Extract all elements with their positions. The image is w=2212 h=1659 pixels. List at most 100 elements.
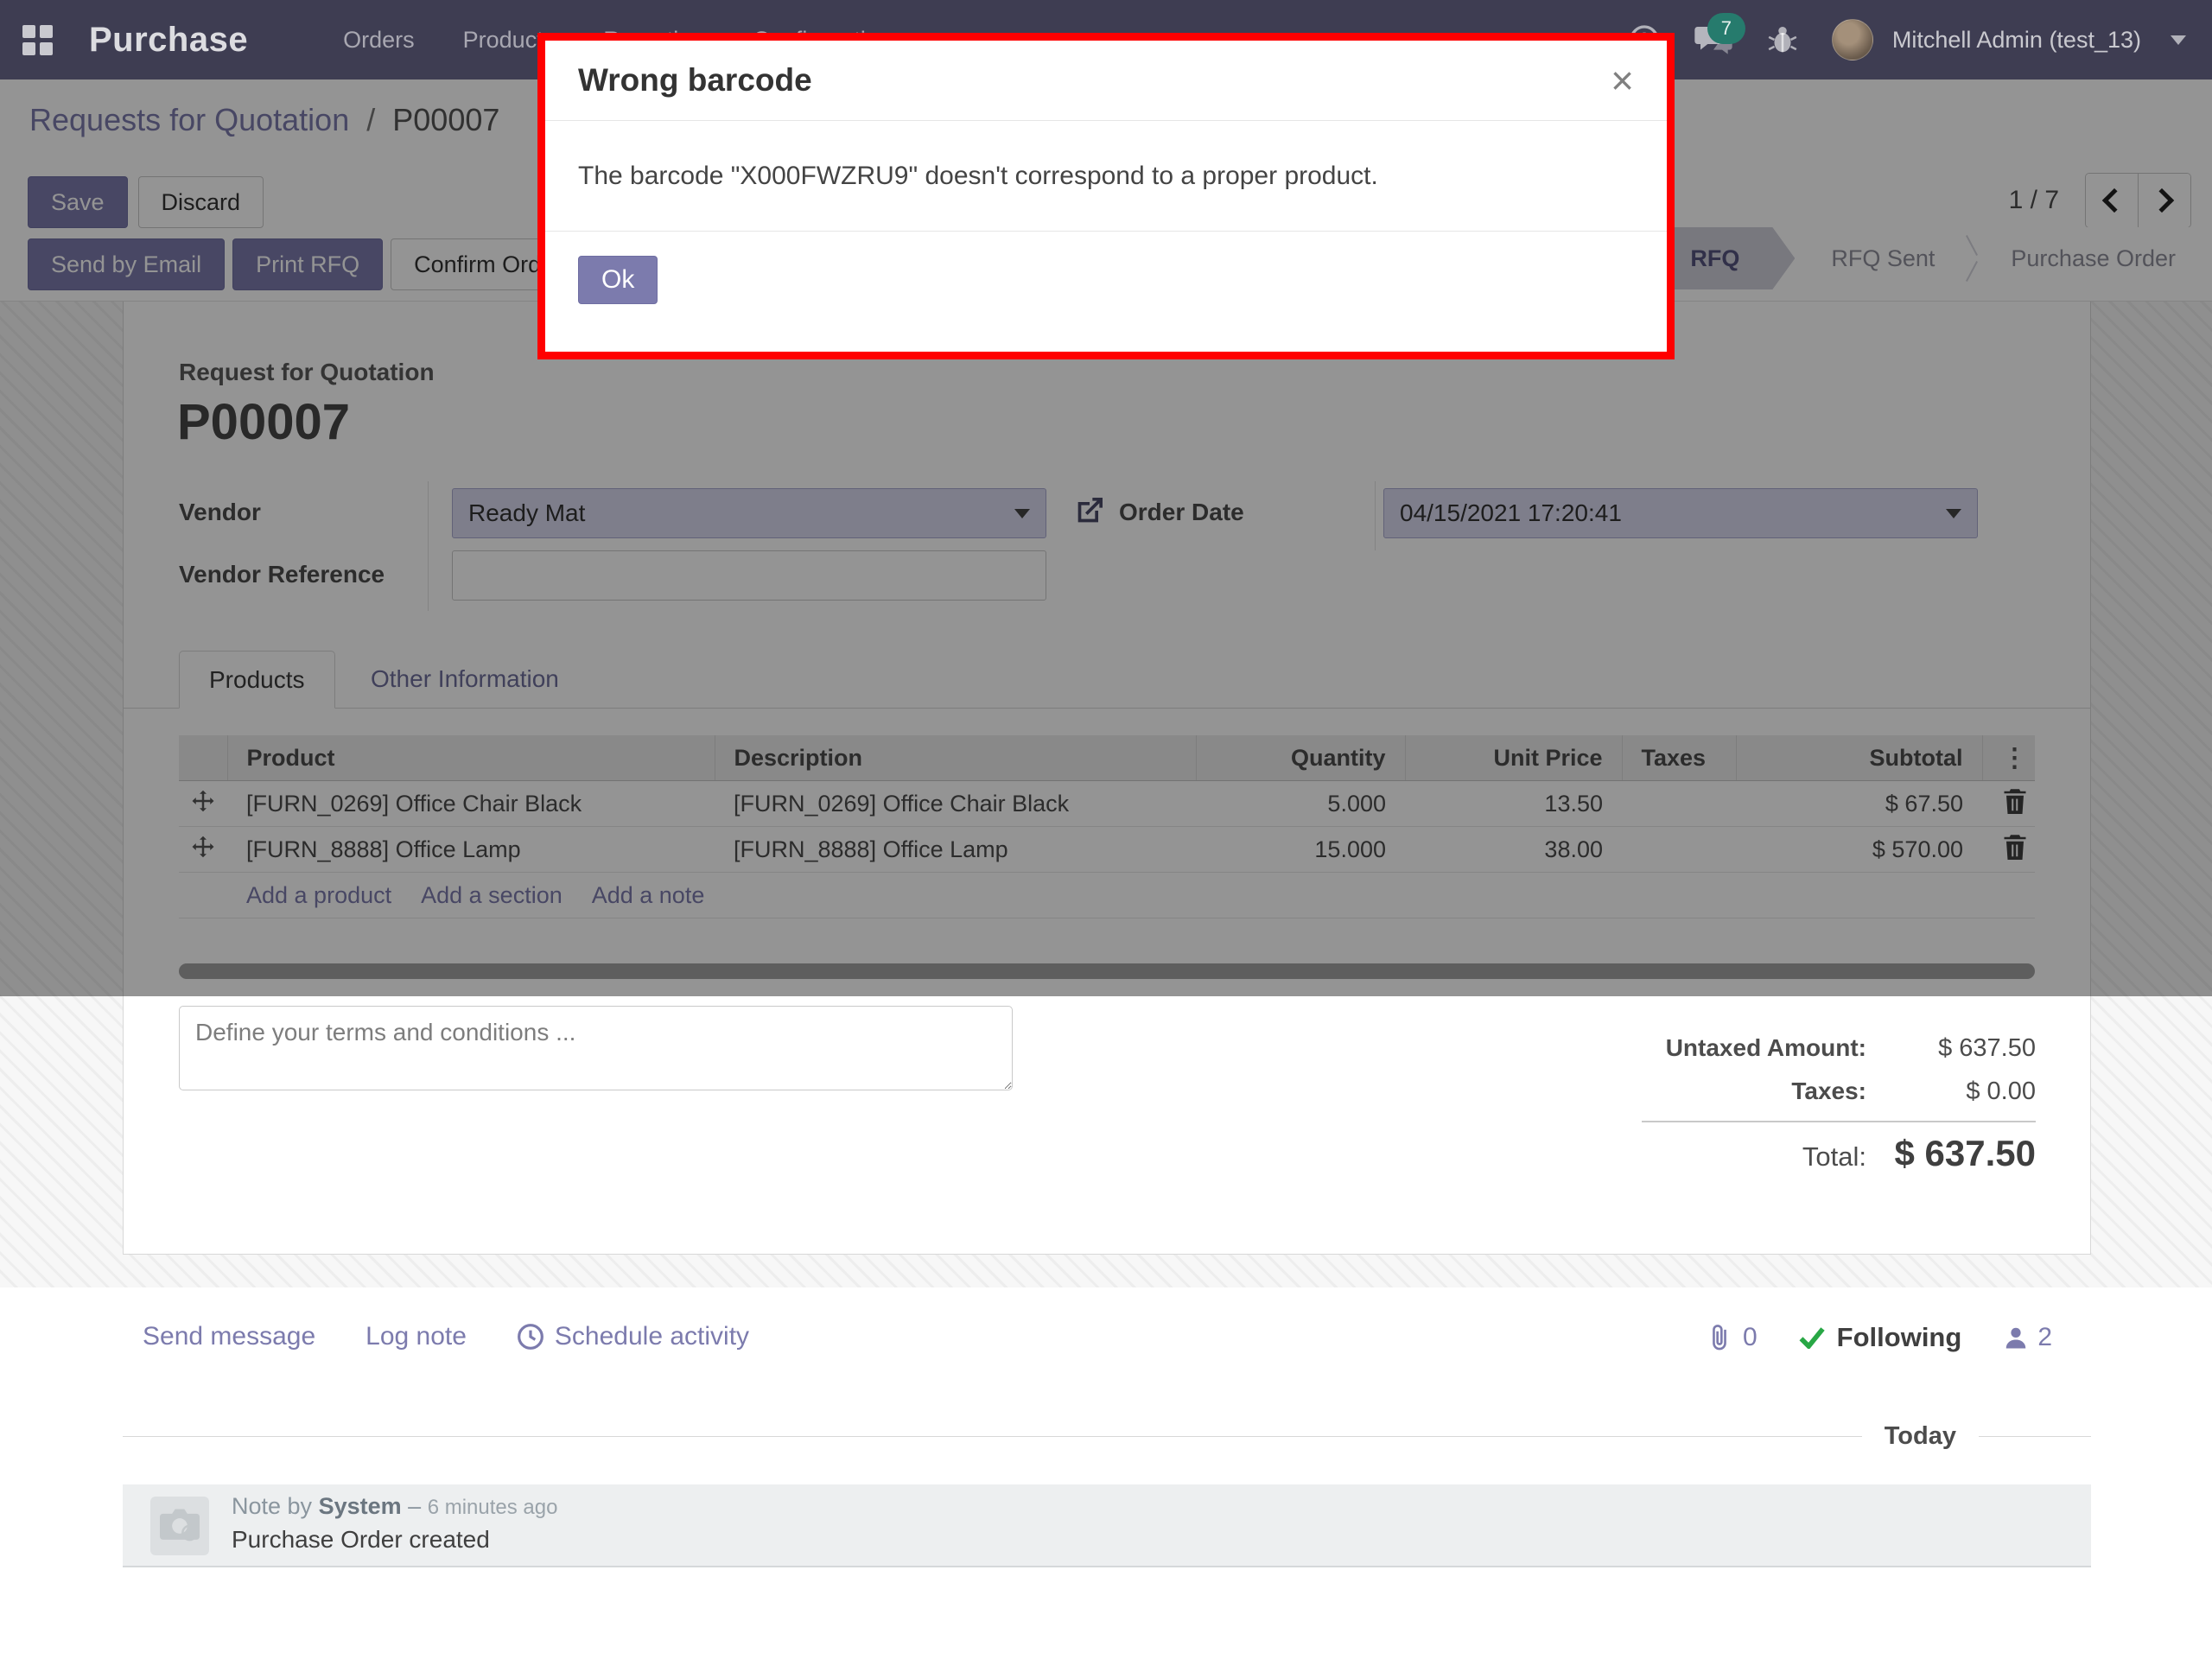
note-by-label: Note by	[232, 1493, 312, 1519]
col-product[interactable]: Product	[227, 735, 715, 781]
note-author[interactable]: System	[319, 1493, 402, 1519]
table-row[interactable]: [FURN_8888] Office Lamp [FURN_8888] Offi…	[179, 827, 2035, 873]
cell-quantity[interactable]: 15.000	[1196, 827, 1405, 873]
drag-handle-icon[interactable]	[179, 827, 227, 873]
external-link-icon[interactable]	[1072, 493, 1107, 528]
schedule-activity-link[interactable]: Schedule activity	[517, 1322, 749, 1351]
pager-next-button[interactable]	[2138, 174, 2190, 227]
attachments-button[interactable]: 0	[1707, 1323, 1758, 1352]
paperclip-icon	[1707, 1323, 1732, 1352]
add-a-section-link[interactable]: Add a section	[421, 882, 563, 909]
horizontal-scrollbar[interactable]	[179, 963, 2035, 979]
note-message: Note by System – 6 minutes ago Purchase …	[123, 1484, 2091, 1567]
col-quantity[interactable]: Quantity	[1196, 735, 1405, 781]
vendor-value: Ready Mat	[468, 499, 585, 527]
order-date-value: 04/15/2021 17:20:41	[1400, 499, 1622, 527]
pager-buttons	[2085, 173, 2191, 228]
delete-row-icon[interactable]	[1982, 827, 2035, 873]
drag-handle-icon[interactable]	[179, 781, 227, 827]
discard-button[interactable]: Discard	[138, 176, 264, 228]
breadcrumb-current: P00007	[392, 102, 499, 137]
taxes-value: $ 0.00	[1866, 1077, 2036, 1106]
note-timestamp: 6 minutes ago	[428, 1496, 558, 1519]
col-taxes[interactable]: Taxes	[1622, 735, 1736, 781]
send-by-email-button[interactable]: Send by Email	[28, 238, 225, 290]
vendor-reference-input[interactable]	[452, 550, 1046, 601]
action-buttons-row: Send by Email Print RFQ Confirm Order	[28, 238, 585, 290]
tab-other-information[interactable]: Other Information	[341, 651, 588, 708]
dropdown-caret-icon	[1946, 509, 1961, 518]
add-a-product-link[interactable]: Add a product	[246, 882, 391, 909]
cell-unit-price[interactable]: 13.50	[1405, 781, 1622, 827]
total-label: Total:	[1802, 1141, 1866, 1173]
untaxed-amount-label: Untaxed Amount:	[1666, 1034, 1866, 1062]
check-icon	[1799, 1326, 1825, 1349]
terms-and-conditions-input[interactable]	[179, 1006, 1013, 1090]
apps-grid-icon[interactable]	[22, 25, 53, 55]
pager-previous-button[interactable]	[2086, 174, 2138, 227]
camera-plus-icon	[160, 1509, 200, 1543]
messages-icon[interactable]: 7	[1694, 20, 1733, 60]
document-name: P00007	[177, 393, 350, 451]
debug-bug-icon[interactable]	[1763, 20, 1802, 60]
col-subtotal[interactable]: Subtotal	[1736, 735, 1982, 781]
user-avatar[interactable]	[1832, 19, 1873, 60]
col-unit-price[interactable]: Unit Price	[1405, 735, 1622, 781]
stage-purchase-order[interactable]: Purchase Order	[1974, 227, 2212, 289]
stage-rfq[interactable]: RFQ	[1654, 227, 1795, 289]
user-name[interactable]: Mitchell Admin (test_13)	[1892, 27, 2141, 54]
form-sheet: Request for Quotation P00007 Vendor Read…	[123, 301, 2091, 1255]
totals-separator	[1642, 1121, 2036, 1122]
print-rfq-button[interactable]: Print RFQ	[232, 238, 383, 290]
cell-quantity[interactable]: 5.000	[1196, 781, 1405, 827]
note-dash: –	[408, 1493, 421, 1519]
ok-button[interactable]: Ok	[578, 256, 658, 304]
user-menu-caret-icon[interactable]	[2171, 35, 2186, 45]
breadcrumb-parent-link[interactable]: Requests for Quotation	[29, 102, 349, 137]
cell-taxes[interactable]	[1622, 781, 1736, 827]
delete-row-icon[interactable]	[1982, 781, 2035, 827]
odoo-purchase-screen: Purchase Orders Products Reporting Confi…	[0, 0, 2212, 1659]
app-brand[interactable]: Purchase	[89, 21, 248, 60]
chatter-actions: Send message Log note Schedule activity	[143, 1322, 749, 1351]
table-row[interactable]: [FURN_0269] Office Chair Black [FURN_026…	[179, 781, 2035, 827]
untaxed-amount-value: $ 637.50	[1866, 1034, 2036, 1063]
cell-description[interactable]: [FURN_8888] Office Lamp	[715, 827, 1196, 873]
system-avatar-placeholder	[150, 1497, 209, 1555]
modal-footer: Ok	[545, 232, 1667, 328]
chatter-right: 0 Following 2	[1707, 1322, 2052, 1353]
menu-orders[interactable]: Orders	[343, 27, 415, 54]
log-note-link[interactable]: Log note	[365, 1322, 467, 1351]
messages-count-badge: 7	[1707, 13, 1745, 44]
taxes-label: Taxes:	[1791, 1077, 1866, 1105]
close-icon[interactable]: ×	[1611, 60, 1634, 100]
optional-columns-icon[interactable]: ⋮	[1982, 735, 2035, 781]
handle-column-header	[179, 735, 227, 781]
schedule-activity-label: Schedule activity	[555, 1322, 749, 1351]
followers-button[interactable]: 2	[2003, 1323, 2052, 1352]
cell-taxes[interactable]	[1622, 827, 1736, 873]
tab-products[interactable]: Products	[179, 651, 335, 709]
cell-product[interactable]: [FURN_0269] Office Chair Black	[227, 781, 715, 827]
total-row: Total: $ 637.50	[1258, 1133, 2036, 1174]
vendor-label: Vendor	[179, 499, 261, 526]
stage-rfq-sent[interactable]: RFQ Sent	[1795, 227, 1971, 289]
tab-strip-border	[124, 708, 2090, 709]
wrong-barcode-modal: Wrong barcode × The barcode "X000FWZRU9"…	[537, 33, 1675, 359]
add-a-note-link[interactable]: Add a note	[592, 882, 705, 909]
following-button[interactable]: Following	[1799, 1322, 1962, 1353]
add-links-row: Add a product Add a section Add a note	[179, 873, 2035, 918]
cell-product[interactable]: [FURN_8888] Office Lamp	[227, 827, 715, 873]
col-description[interactable]: Description	[715, 735, 1196, 781]
cell-unit-price[interactable]: 38.00	[1405, 827, 1622, 873]
breadcrumb: Requests for Quotation / P00007	[29, 102, 499, 138]
vendor-field[interactable]: Ready Mat	[452, 488, 1046, 538]
chevron-left-icon	[2102, 188, 2126, 213]
order-date-field[interactable]: 04/15/2021 17:20:41	[1383, 488, 1978, 538]
taxes-row: Taxes: $ 0.00	[1258, 1077, 2036, 1106]
cell-description[interactable]: [FURN_0269] Office Chair Black	[715, 781, 1196, 827]
cell-subtotal: $ 67.50	[1736, 781, 1982, 827]
save-button[interactable]: Save	[28, 176, 128, 228]
send-message-link[interactable]: Send message	[143, 1322, 315, 1351]
order-lines-table: Product Description Quantity Unit Price …	[179, 735, 2035, 918]
